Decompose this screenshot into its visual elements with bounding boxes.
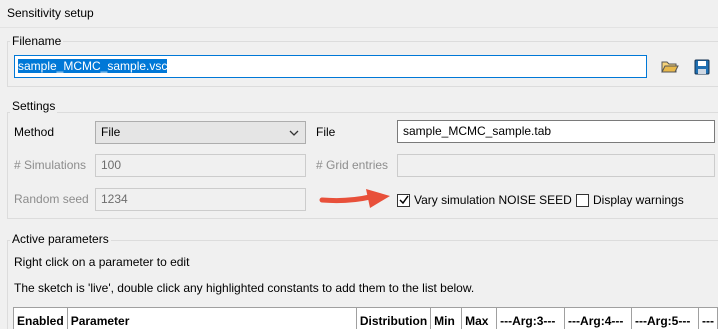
random-seed-label: Random seed — [14, 192, 89, 206]
save-file-button[interactable] — [691, 56, 713, 78]
column-header-overflow[interactable]: --- — [697, 307, 718, 329]
method-label: Method — [14, 125, 55, 139]
grid-entries-input[interactable] — [397, 154, 715, 177]
method-select-value: File — [101, 125, 121, 139]
column-header-arg5[interactable]: ---Arg:5--- — [631, 307, 699, 329]
parameters-table-header: Enabled Parameter Distribution Min Max -… — [13, 307, 718, 329]
simulations-input[interactable]: 100 — [95, 154, 306, 177]
column-header-arg3[interactable]: ---Arg:3--- — [496, 307, 566, 329]
filename-input[interactable]: sample_MCMC_sample.vsc — [14, 55, 647, 78]
active-parameters-hint-live: The sketch is 'live', double click any h… — [14, 281, 475, 295]
column-header-distribution[interactable]: Distribution — [355, 307, 432, 329]
grid-entries-label: # Grid entries — [316, 158, 389, 172]
simulations-label: # Simulations — [14, 158, 87, 172]
file-label: File — [316, 125, 336, 139]
column-header-max[interactable]: Max — [461, 307, 498, 329]
checkmark-icon — [398, 195, 409, 205]
settings-group-title: Settings — [10, 99, 58, 113]
folder-open-icon — [661, 61, 679, 73]
random-seed-input[interactable]: 1234 — [95, 188, 306, 211]
vary-noise-seed-label: Vary simulation NOISE SEED — [414, 193, 572, 207]
window-title: Sensitivity setup — [7, 6, 94, 20]
chevron-down-icon — [289, 130, 299, 136]
column-header-min[interactable]: Min — [430, 307, 463, 329]
vary-noise-seed-checkbox[interactable] — [397, 193, 410, 207]
display-warnings-checkbox[interactable] — [576, 193, 589, 207]
column-header-enabled[interactable]: Enabled — [13, 307, 68, 329]
filename-group-title: Filename — [10, 34, 64, 48]
parameters-table: Enabled Parameter Distribution Min Max -… — [13, 307, 718, 329]
active-parameters-title: Active parameters — [10, 232, 111, 246]
save-disk-icon — [694, 59, 710, 75]
active-parameters-hint-edit: Right click on a parameter to edit — [14, 255, 190, 269]
vary-noise-seed-option[interactable]: Vary simulation NOISE SEED — [397, 193, 572, 207]
file-input[interactable]: sample_MCMC_sample.tab — [397, 120, 715, 143]
annotation-arrow-icon — [319, 189, 390, 208]
filename-input-value: sample_MCMC_sample.vsc — [18, 59, 168, 73]
column-header-arg4[interactable]: ---Arg:4--- — [564, 307, 632, 329]
open-file-button[interactable] — [659, 56, 681, 78]
title-divider — [0, 27, 718, 28]
display-warnings-option[interactable]: Display warnings — [576, 193, 684, 207]
method-select[interactable]: File — [95, 121, 306, 144]
display-warnings-label: Display warnings — [593, 193, 684, 207]
column-header-parameter[interactable]: Parameter — [66, 307, 357, 329]
